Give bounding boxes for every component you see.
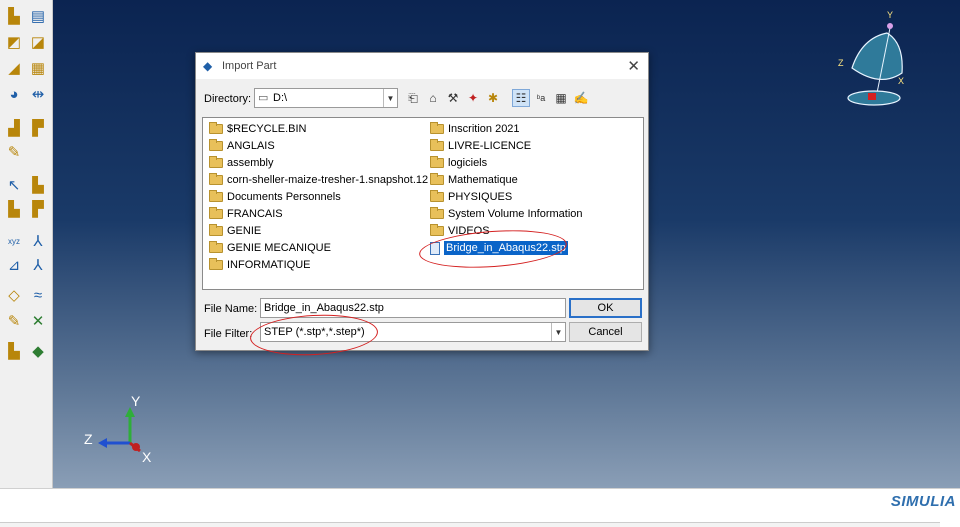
drive-icon: ▭	[258, 92, 269, 104]
folder-icon	[430, 173, 444, 185]
create-surface-icon[interactable]: ≈	[27, 284, 49, 306]
folder-icon	[209, 224, 223, 236]
partition-face-icon[interactable]: ▟	[3, 117, 25, 139]
viewcube-y-label: Y	[887, 10, 894, 20]
folder-icon	[209, 190, 223, 202]
sketch-icon[interactable]: ✎	[3, 310, 25, 332]
assign-icon[interactable]: ▙	[3, 340, 25, 362]
list-item[interactable]: assembly	[209, 155, 273, 171]
triad-x-label: X	[142, 449, 152, 465]
new-folder-icon[interactable]: ✱	[484, 89, 502, 107]
file-name-label: File Name:	[204, 303, 258, 315]
list-item[interactable]: PHYSIQUES	[430, 189, 512, 205]
folder-icon	[430, 190, 444, 202]
repair-icon[interactable]: ▙	[3, 198, 25, 220]
folder-icon	[430, 156, 444, 168]
list-item[interactable]: $RECYCLE.BIN	[209, 121, 306, 137]
datum-point-icon[interactable]: xyz	[3, 230, 25, 252]
cancel-button[interactable]: Cancel	[569, 322, 642, 342]
triad-axes	[98, 407, 141, 453]
status-area: SIMULIA	[0, 488, 960, 527]
folder-icon	[209, 241, 223, 253]
create-part-icon[interactable]: ▙	[3, 5, 25, 27]
create-cut-icon[interactable]: ◢	[3, 57, 25, 79]
folder-icon	[209, 122, 223, 134]
message-area	[0, 522, 940, 527]
datum-csys-icon[interactable]: ⅄	[27, 254, 49, 276]
folder-icon	[209, 156, 223, 168]
create-solid-extrude-icon[interactable]: ◩	[3, 31, 25, 53]
virtual-topology-icon[interactable]: ◆	[27, 340, 49, 362]
home-icon[interactable]: ⌂	[424, 89, 442, 107]
folder-icon	[209, 258, 223, 270]
query-icon[interactable]: ↖	[3, 174, 25, 196]
folder-icon	[430, 139, 444, 151]
mirror-icon[interactable]: ⇹	[27, 83, 49, 105]
folder-icon	[430, 122, 444, 134]
folder-icon	[430, 224, 444, 236]
create-set-icon[interactable]: ◇	[3, 284, 25, 306]
create-wire-icon[interactable]: ▦	[27, 57, 49, 79]
replace-faces-icon[interactable]: ▛	[27, 198, 49, 220]
partition-cell-icon[interactable]: ▛	[27, 117, 49, 139]
chevron-down-icon[interactable]: ▼	[383, 89, 397, 107]
work-directory-icon[interactable]: ⚒	[444, 89, 462, 107]
import-icon: ◆	[203, 59, 213, 73]
viewcube-x-label: X	[898, 76, 905, 86]
bookmark-icon[interactable]: ✦	[464, 89, 482, 107]
datum-axis-icon[interactable]: ⅄	[27, 230, 49, 252]
dialog-titlebar[interactable]: ◆ Import Part ✕	[196, 53, 648, 79]
directory-label: Directory:	[204, 93, 252, 105]
simulia-logo: SIMULIA	[890, 493, 956, 510]
list-view-icon[interactable]: ☷	[512, 89, 530, 107]
create-datum-icon[interactable]: ▙	[27, 174, 49, 196]
directory-combo[interactable]: ▭ D:\ ▼	[254, 88, 398, 108]
viewcube-z-label: Z	[838, 58, 844, 68]
list-item[interactable]: corn-sheller-maize-tresher-1.snapshot.12	[209, 172, 428, 188]
datum-plane-icon[interactable]: ⊿	[3, 254, 25, 276]
coordinate-triad: Y Z X	[80, 385, 170, 470]
edit-feature-icon[interactable]: ✎	[3, 141, 25, 163]
up-folder-icon[interactable]: ⎗	[404, 89, 422, 107]
dialog-title: Import Part	[222, 60, 277, 72]
create-round-icon[interactable]: ◕	[3, 83, 25, 105]
part-manager-icon[interactable]: ▤	[27, 5, 49, 27]
folder-icon	[209, 173, 223, 185]
directory-value: D:\	[273, 92, 288, 104]
close-icon[interactable]: ✕	[627, 57, 640, 75]
list-item[interactable]: logiciels	[430, 155, 487, 171]
small-icons-icon[interactable]: ᵇa	[532, 89, 550, 107]
edit-filter-icon[interactable]: ✍	[572, 89, 590, 107]
folder-icon	[209, 207, 223, 219]
list-item[interactable]: Inscrition 2021	[430, 121, 520, 137]
list-item[interactable]: Documents Personnels	[209, 189, 341, 205]
view-glyph-shape	[847, 23, 903, 106]
module-toolbox: ▙ ▤ ◩ ◪ ◢ ▦ ◕ ⇹ ▟ ▛ ✎ ↖ ▙ ▙ ▛ xyz ⅄ ⊿ ⅄ …	[0, 0, 53, 488]
folder-icon	[430, 207, 444, 219]
list-item[interactable]: FRANCAIS	[209, 206, 283, 222]
import-part-dialog: ◆ Import Part ✕ Directory: ▭ D:\ ▼ ⎗ ⌂ ⚒…	[195, 52, 649, 359]
chevron-down-icon[interactable]: ▼	[551, 323, 565, 341]
detail-view-icon[interactable]: ▦	[552, 89, 570, 107]
list-item[interactable]: System Volume Information	[430, 206, 583, 222]
tools-icon[interactable]: ✕	[27, 310, 49, 332]
list-item[interactable]: GENIE MECANIQUE	[209, 240, 331, 256]
list-item[interactable]: ANGLAIS	[209, 138, 275, 154]
folder-icon	[209, 139, 223, 151]
list-item[interactable]: GENIE	[209, 223, 261, 239]
list-item[interactable]: INFORMATIQUE	[209, 257, 311, 273]
triad-z-label: Z	[84, 431, 93, 447]
file-filter-label: File Filter:	[204, 328, 253, 340]
view-orientation-glyph[interactable]: Y Z X	[832, 8, 912, 118]
triad-y-label: Y	[131, 393, 141, 409]
ok-button[interactable]: OK	[569, 298, 642, 318]
create-shell-icon[interactable]: ◪	[27, 31, 49, 53]
list-item[interactable]: LIVRE-LICENCE	[430, 138, 531, 154]
file-list[interactable]: $RECYCLE.BIN ANGLAIS assembly corn-shell…	[202, 117, 644, 290]
list-item[interactable]: Mathematique	[430, 172, 518, 188]
